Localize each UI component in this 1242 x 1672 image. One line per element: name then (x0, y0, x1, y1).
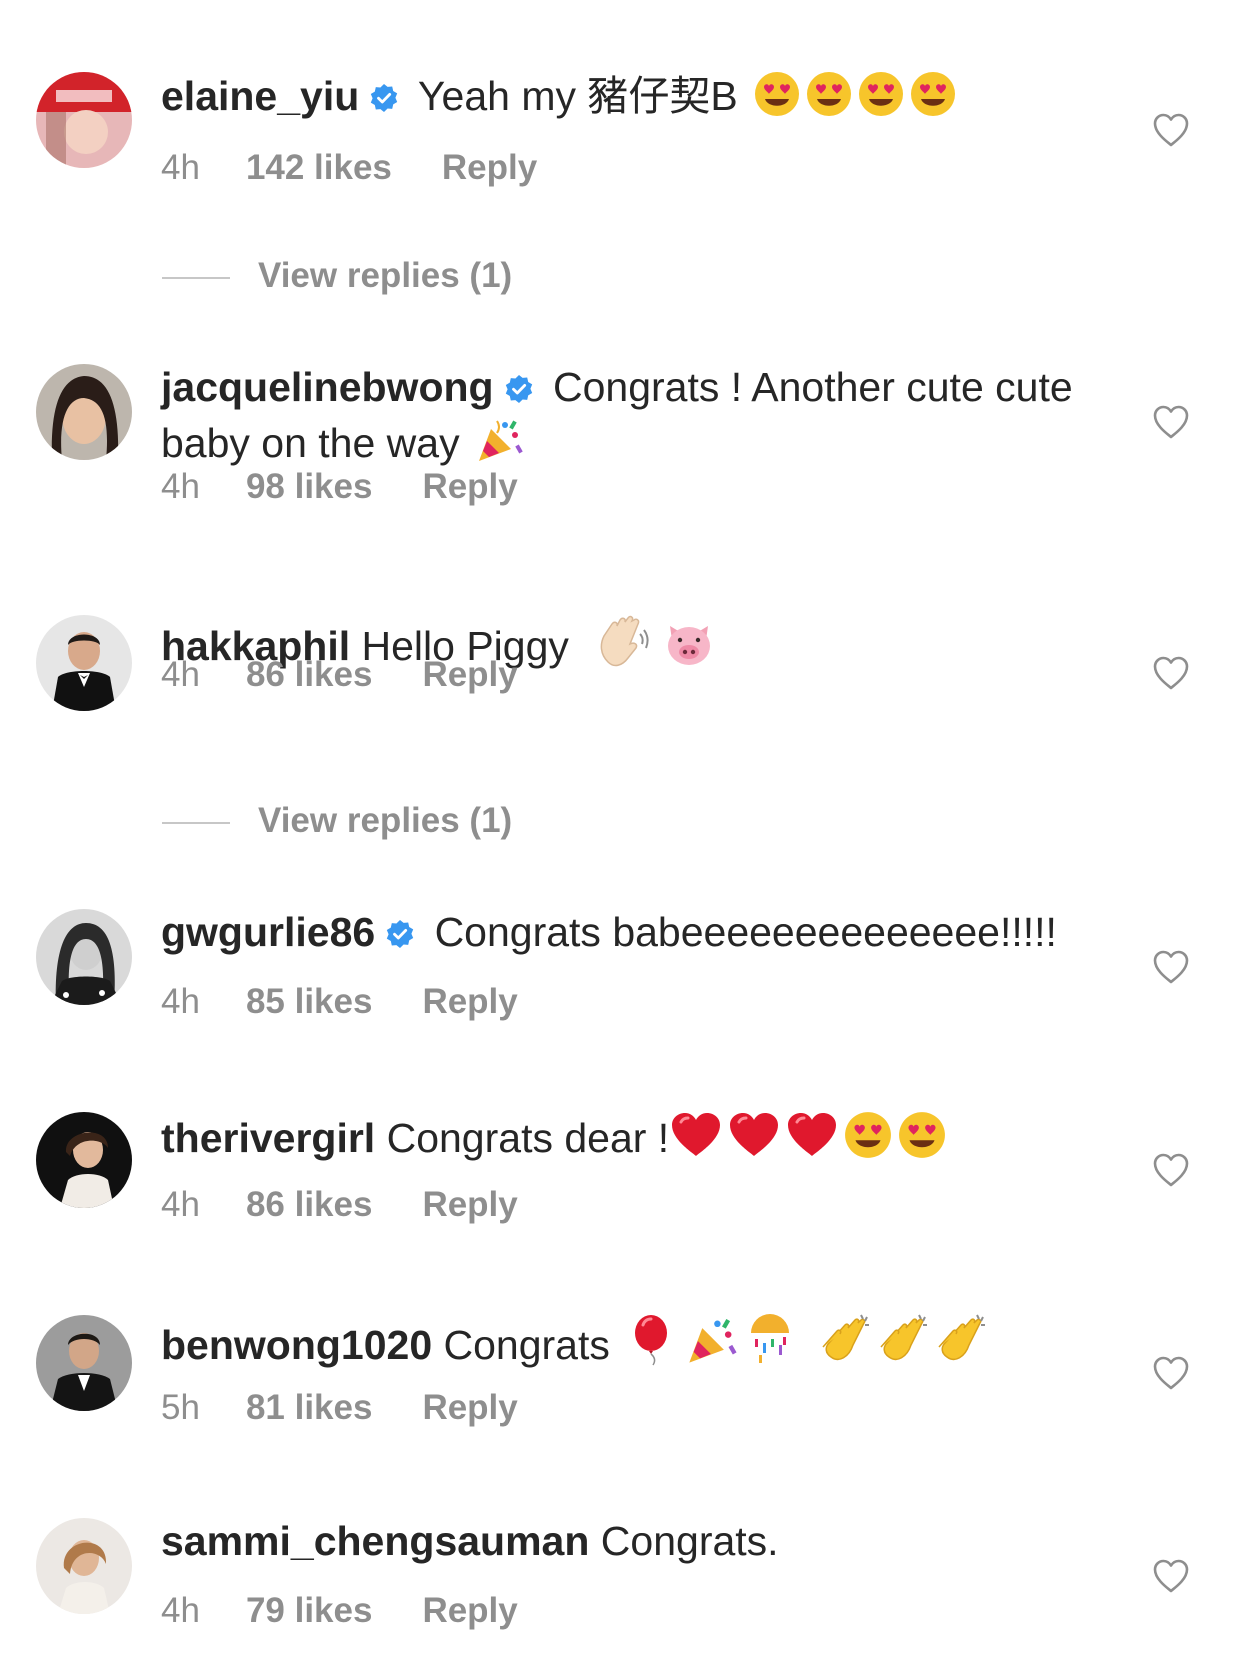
view-replies-divider (162, 821, 230, 824)
comment-text: benwong1020 Congrats (161, 1313, 1101, 1378)
heart-eyes-icon (805, 70, 853, 129)
username[interactable]: benwong1020 (161, 1322, 432, 1368)
likes-count[interactable]: 85 likes (246, 980, 373, 1024)
avatar[interactable] (36, 364, 132, 460)
red-heart-icon (669, 1110, 723, 1171)
like-heart-icon[interactable] (1152, 112, 1190, 148)
comment-message: Congrats. (589, 1518, 779, 1564)
view-replies-label: View replies (1) (258, 801, 513, 840)
confetti-ball-icon (743, 1313, 797, 1378)
username[interactable]: sammi_chengsauman (161, 1518, 589, 1564)
comment-meta: 4h 86 likes Reply (161, 1183, 518, 1227)
comment-meta: 4h 79 likes Reply (161, 1589, 518, 1633)
username[interactable]: elaine_yiu (161, 73, 359, 119)
comment-time: 4h (161, 1185, 200, 1224)
reply-button[interactable]: Reply (442, 146, 537, 190)
comment-meta: 5h 81 likes Reply (161, 1386, 518, 1430)
like-heart-icon[interactable] (1152, 1355, 1190, 1391)
like-heart-icon[interactable] (1152, 949, 1190, 985)
heart-eyes-icon (753, 70, 801, 129)
likes-count[interactable]: 98 likes (246, 465, 373, 509)
red-heart-icon (727, 1110, 781, 1171)
username[interactable]: jacquelinebwong (161, 364, 494, 410)
comment-message: Yeah my 豬仔契B (407, 73, 738, 119)
reply-button[interactable]: Reply (422, 653, 517, 697)
username[interactable]: gwgurlie86 (161, 909, 375, 955)
likes-count[interactable]: 86 likes (246, 1183, 373, 1227)
avatar[interactable] (36, 1315, 132, 1411)
waving-hand-icon (594, 614, 650, 679)
comment-message: Congrats babeeeeeeeeeeeeee!!!!! (423, 909, 1057, 955)
comment-meta: 4h 85 likes Reply (161, 980, 518, 1024)
clapping-hands-icon (819, 1313, 873, 1378)
comment-text: jacquelinebwong Congrats ! Another cute … (161, 362, 1101, 476)
clapping-hands-icon (935, 1313, 989, 1378)
avatar[interactable] (36, 72, 132, 168)
heart-eyes-icon (857, 70, 905, 129)
reply-button[interactable]: Reply (422, 1386, 517, 1430)
heart-eyes-icon (909, 70, 957, 129)
reply-button[interactable]: Reply (422, 1183, 517, 1227)
comment-text: sammi_chengsauman Congrats. (161, 1516, 1101, 1566)
comment-time: 4h (161, 655, 200, 694)
heart-eyes-icon (897, 1110, 947, 1171)
reply-button[interactable]: Reply (422, 1589, 517, 1633)
comment-meta: 4h 142 likes Reply (161, 146, 537, 190)
reply-button[interactable]: Reply (422, 980, 517, 1024)
comment-meta: 4h 86 likes Reply (161, 653, 518, 697)
comment-time: 4h (161, 148, 200, 187)
avatar[interactable] (36, 1112, 132, 1208)
reply-button[interactable]: Reply (422, 465, 517, 509)
verified-badge-icon (369, 74, 399, 124)
likes-count[interactable]: 142 likes (246, 146, 392, 190)
view-replies-button[interactable]: View replies (1) (162, 254, 512, 298)
likes-count[interactable]: 86 likes (246, 653, 373, 697)
balloon-icon (631, 1313, 675, 1378)
verified-badge-icon (504, 365, 534, 415)
view-replies-label: View replies (1) (258, 256, 513, 295)
likes-count[interactable]: 81 likes (246, 1386, 373, 1430)
red-heart-icon (785, 1110, 839, 1171)
view-replies-button[interactable]: View replies (1) (162, 799, 512, 843)
comment-time: 4h (161, 467, 200, 506)
like-heart-icon[interactable] (1152, 655, 1190, 691)
likes-count[interactable]: 79 likes (246, 1589, 373, 1633)
comment-meta: 4h 98 likes Reply (161, 465, 518, 509)
comment-text: gwgurlie86 Congrats babeeeeeeeeeeeeee!!!… (161, 907, 1101, 960)
comment-time: 4h (161, 982, 200, 1021)
comment-text: therivergirl Congrats dear ! (161, 1110, 1101, 1171)
comment-time: 5h (161, 1388, 200, 1427)
comment-text: elaine_yiu Yeah my 豬仔契B (161, 70, 1101, 129)
clapping-hands-icon (877, 1313, 931, 1378)
avatar[interactable] (36, 615, 132, 711)
comment-message: Congrats dear ! (375, 1115, 670, 1161)
view-replies-divider (162, 276, 230, 279)
like-heart-icon[interactable] (1152, 404, 1190, 440)
comment-time: 4h (161, 1591, 200, 1630)
heart-eyes-icon (843, 1110, 893, 1171)
comment-message: Congrats (432, 1322, 610, 1368)
avatar[interactable] (36, 909, 132, 1005)
like-heart-icon[interactable] (1152, 1558, 1190, 1594)
party-popper-icon (685, 1313, 739, 1378)
like-heart-icon[interactable] (1152, 1152, 1190, 1188)
avatar[interactable] (36, 1518, 132, 1614)
pig-face-icon (664, 620, 714, 679)
verified-badge-icon (385, 910, 415, 960)
username[interactable]: therivergirl (161, 1115, 375, 1161)
